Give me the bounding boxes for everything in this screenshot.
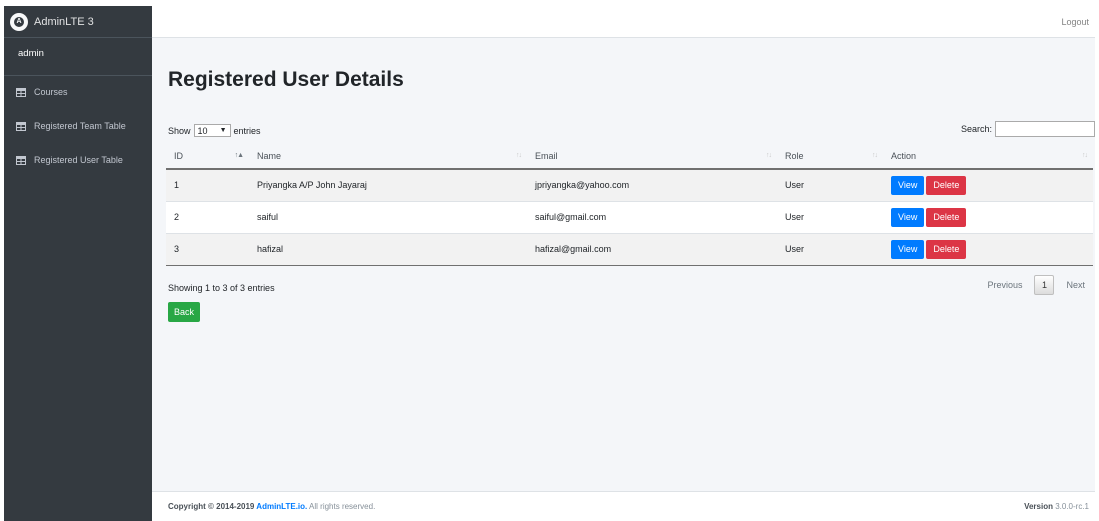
main-sidebar: A AdminLTE 3 admin Courses Registered Te…: [4, 6, 152, 521]
view-button[interactable]: View: [891, 175, 925, 195]
version-info: Version 3.0.0-rc.1: [1024, 502, 1089, 511]
view-button[interactable]: View: [891, 207, 925, 227]
pagination-next[interactable]: Next: [1060, 280, 1091, 290]
sort-icon: ↑↓: [872, 152, 878, 159]
sidebar-item-label: Courses: [34, 87, 68, 97]
table-info: Showing 1 to 3 of 3 entries: [168, 283, 275, 293]
sidebar-item-registered-team-table[interactable]: Registered Team Table: [4, 115, 152, 137]
user-name[interactable]: admin: [18, 48, 44, 59]
cell-action: View Delete: [883, 200, 1093, 233]
entries-length-control: Show 10 ▼ entries: [168, 124, 261, 137]
content-wrapper: Registered User Details Show 10 ▼ entrie…: [152, 38, 1095, 491]
entries-select-value: 10: [197, 125, 208, 136]
top-navbar: Logout: [152, 6, 1095, 38]
length-prefix: Show: [168, 125, 191, 136]
column-header-id[interactable]: ID ↑▲: [166, 143, 249, 170]
pagination: Previous 1 Next: [981, 275, 1091, 295]
main-footer: Copyright © 2014-2019 AdminLTE.io. All r…: [152, 491, 1095, 521]
table-icon: [16, 87, 26, 97]
cell-id: 2: [166, 200, 249, 233]
brand-name: AdminLTE 3: [34, 15, 94, 28]
cell-email: jpriyangka@yahoo.com: [527, 169, 777, 201]
cell-role: User: [777, 200, 883, 233]
cell-id: 1: [166, 169, 249, 201]
sort-icon: ↑↓: [766, 152, 772, 159]
length-suffix: entries: [233, 125, 261, 136]
table-search: Search:: [961, 121, 1095, 137]
cell-action: View Delete: [883, 169, 1093, 201]
cell-role: User: [777, 232, 883, 266]
adminlte-link[interactable]: AdminLTE.io.: [256, 502, 307, 511]
table-row: 3 hafizal hafizal@gmail.com User View Del…: [166, 232, 1093, 266]
cell-email: hafizal@gmail.com: [527, 232, 777, 266]
column-header-email[interactable]: Email ↑↓: [527, 143, 777, 170]
delete-button[interactable]: Delete: [926, 175, 967, 195]
adminlte-logo-icon: A: [10, 12, 28, 31]
cell-id: 3: [166, 232, 249, 266]
cell-email: saiful@gmail.com: [527, 200, 777, 233]
cell-name: saiful: [249, 200, 527, 233]
entries-select[interactable]: 10 ▼: [193, 124, 231, 137]
app-frame: A AdminLTE 3 admin Courses Registered Te…: [4, 6, 1095, 521]
cell-action: View Delete: [883, 232, 1093, 266]
table-icon: [16, 121, 26, 131]
user-table: ID ↑▲ Name ↑↓ Email ↑↓ Role ↑↓ Action ↑↓ 1 Pr…: [166, 143, 1093, 266]
sidebar-item-label: Registered Team Table: [34, 121, 126, 131]
sort-icon: ↑↓: [1082, 152, 1088, 159]
table-row: 1 Priyangka A/P John Jayaraj jpriyangka@…: [166, 169, 1093, 201]
table-row: 2 saiful saiful@gmail.com User View Delet…: [166, 200, 1093, 233]
delete-button[interactable]: Delete: [926, 239, 967, 259]
sidebar-item-courses[interactable]: Courses: [4, 81, 152, 103]
cell-name: Priyangka A/P John Jayaraj: [249, 169, 527, 201]
sort-icon: ↑↓: [516, 152, 522, 159]
column-header-name[interactable]: Name ↑↓: [249, 143, 527, 170]
dropdown-arrow-icon: ▼: [219, 127, 227, 134]
cell-name: hafizal: [249, 232, 527, 266]
pagination-page-1[interactable]: 1: [1034, 275, 1055, 295]
logout-link[interactable]: Logout: [1061, 17, 1089, 27]
page-title: Registered User Details: [168, 68, 404, 91]
table-icon: [16, 155, 26, 165]
cell-role: User: [777, 169, 883, 201]
sidebar-nav: Courses Registered Team Table Registered…: [4, 76, 152, 171]
sort-asc-icon: ↑▲: [234, 152, 244, 159]
search-input[interactable]: [995, 121, 1095, 137]
pagination-previous[interactable]: Previous: [981, 280, 1028, 290]
table-header-row: ID ↑▲ Name ↑↓ Email ↑↓ Role ↑↓ Action ↑↓: [166, 143, 1093, 170]
user-panel[interactable]: admin: [4, 38, 152, 76]
search-label: Search:: [960, 124, 992, 134]
sidebar-item-registered-user-table[interactable]: Registered User Table: [4, 149, 152, 171]
column-header-action[interactable]: Action ↑↓: [883, 143, 1093, 170]
back-button[interactable]: Back: [168, 302, 201, 322]
column-header-role[interactable]: Role ↑↓: [777, 143, 883, 170]
delete-button[interactable]: Delete: [926, 207, 967, 227]
sidebar-item-label: Registered User Table: [34, 155, 123, 165]
view-button[interactable]: View: [891, 239, 925, 259]
copyright: Copyright © 2014-2019 AdminLTE.io. All r…: [168, 502, 376, 511]
brand-link[interactable]: A AdminLTE 3: [4, 6, 152, 38]
